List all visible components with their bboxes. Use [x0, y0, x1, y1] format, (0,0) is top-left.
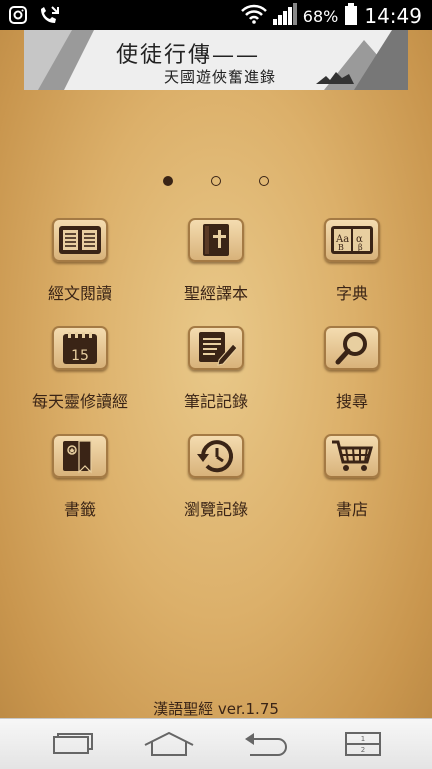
menu-label: 書店 — [335, 500, 368, 519]
book-icon — [52, 218, 108, 262]
instagram-icon — [8, 5, 28, 29]
cart-icon — [324, 434, 380, 478]
menu-label: 書籤 — [63, 500, 96, 519]
svg-text:1: 1 — [361, 735, 365, 743]
menu-label: 筆記記錄 — [183, 392, 248, 411]
menu-item-bible-versions[interactable]: 聖經譯本 — [156, 218, 276, 308]
menu-item-history[interactable]: 瀏覽記錄 — [156, 434, 276, 524]
menu-label: 經文閱讀 — [47, 284, 112, 303]
clock: 14:49 — [364, 4, 422, 28]
svg-text:2: 2 — [361, 746, 365, 754]
menu-item-search[interactable]: 搜尋 — [292, 326, 412, 416]
menu-item-dictionary[interactable]: Aa B α β 字典 — [292, 218, 412, 308]
missed-call-icon — [38, 5, 60, 29]
menu-label: 聖經譯本 — [183, 284, 248, 303]
menu-label: 字典 — [335, 284, 368, 303]
menu-label: 每天靈修讀經 — [31, 392, 128, 411]
recent-apps-button[interactable] — [46, 729, 96, 759]
home-button[interactable] — [142, 729, 194, 759]
bible-icon — [188, 218, 244, 262]
page-dot-2[interactable] — [211, 176, 221, 186]
banner-ad[interactable]: 使徒行傳—— 天國遊俠奮進錄 — [24, 30, 408, 90]
history-icon — [188, 434, 244, 478]
notes-icon — [188, 326, 244, 370]
back-button[interactable] — [240, 729, 290, 759]
menu-item-notes[interactable]: 筆記記錄 — [156, 326, 276, 416]
page-dot-3[interactable] — [259, 176, 269, 186]
back-icon — [245, 733, 287, 756]
app-version: 漢語聖經 ver.1.75 — [153, 700, 279, 718]
wifi-icon — [240, 4, 267, 28]
battery-percent: 68% — [302, 6, 339, 26]
menu-item-daily-devotion[interactable]: 15 每天靈修讀經 — [20, 326, 140, 416]
menu-label: 搜尋 — [335, 392, 368, 411]
search-icon — [324, 326, 380, 370]
calendar-day: 15 — [71, 348, 89, 364]
dictionary-icon: Aa B α β — [324, 218, 380, 262]
battery-icon — [344, 3, 358, 29]
svg-text:B: B — [338, 243, 344, 252]
home-icon — [144, 731, 194, 756]
page-dot-1[interactable] — [163, 176, 173, 186]
banner-subtitle: 天國遊俠奮進錄 — [164, 68, 277, 86]
navigation-bar: 1 2 — [0, 718, 432, 769]
bookmark-icon — [52, 434, 108, 478]
svg-text:β: β — [358, 243, 363, 252]
page-indicator — [0, 176, 432, 188]
banner-title: 使徒行傳—— — [116, 43, 261, 68]
status-bar: 68% 14:49 — [0, 0, 432, 30]
signal-icon — [272, 3, 297, 29]
dual-window-icon: 1 2 — [345, 732, 381, 756]
recent-apps-icon — [53, 733, 93, 754]
menu-label: 瀏覽記錄 — [183, 500, 248, 519]
dual-window-button[interactable]: 1 2 — [338, 729, 388, 759]
menu-item-bookstore[interactable]: 書店 — [292, 434, 412, 524]
menu-item-scripture-reading[interactable]: 經文閱讀 — [20, 218, 140, 308]
calendar-icon: 15 — [52, 326, 108, 370]
menu-item-bookmarks[interactable]: 書籤 — [20, 434, 140, 524]
